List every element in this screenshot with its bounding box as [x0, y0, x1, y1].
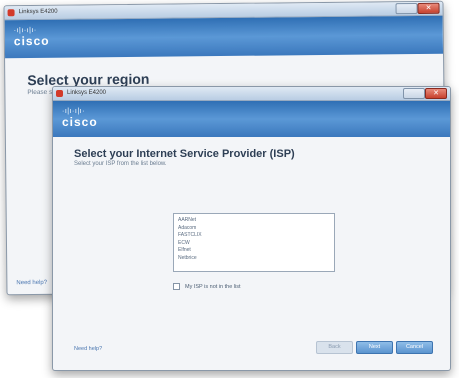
isp-list-item[interactable]: FASTCLIX	[178, 232, 330, 240]
isp-not-listed-checkbox[interactable]	[173, 283, 180, 290]
cisco-logo: ·ı|ı·ı|ı· cisco	[62, 108, 98, 128]
next-button[interactable]: Next	[356, 341, 393, 354]
isp-list-item[interactable]: ECW	[178, 240, 330, 248]
page-title: Select your Internet Service Provider (I…	[74, 148, 295, 160]
brand-name: cisco	[62, 115, 98, 129]
cancel-button[interactable]: Cancel	[396, 341, 433, 354]
page-subtitle: Select your ISP from the list below.	[74, 161, 167, 167]
isp-list-item[interactable]: Adacom	[178, 225, 330, 233]
window-title: Linksys E4200	[18, 8, 58, 16]
brand-name: cisco	[13, 33, 50, 49]
isp-list-item[interactable]: Elfnet	[178, 247, 330, 255]
isp-window: Linksys E4200 ✕ ·ı|ı·ı|ı· cisco Select y…	[52, 86, 451, 371]
isp-not-listed-row[interactable]: My ISP is not in the list	[173, 283, 241, 290]
header-band: ·ı|ı·ı|ı· cisco	[53, 101, 450, 137]
isp-listbox[interactable]: AARNet Adacom FASTCLIX ECW Elfnet Netbri…	[173, 213, 335, 272]
cisco-logo: ·ı|ı·ı|ı· cisco	[13, 27, 50, 49]
isp-list-item[interactable]: AARNet	[178, 217, 330, 225]
title-bar[interactable]: Linksys E4200 ✕	[53, 87, 450, 101]
app-icon	[56, 90, 63, 97]
close-icon[interactable]: ✕	[425, 88, 447, 99]
isp-not-listed-label[interactable]: My ISP is not in the list	[185, 284, 241, 290]
close-icon[interactable]: ✕	[417, 2, 440, 14]
minimize-maximize-buttons[interactable]	[403, 88, 425, 99]
help-link[interactable]: Need help?	[74, 346, 102, 352]
minimize-maximize-buttons[interactable]	[395, 2, 418, 15]
header-band: ·ı|ı·ı|ı· cisco	[4, 15, 444, 59]
back-button[interactable]: Back	[316, 341, 353, 354]
app-icon	[7, 9, 15, 17]
help-link[interactable]: Need help?	[16, 280, 47, 286]
cisco-bars-icon: ·ı|ı·ı|ı·	[62, 108, 85, 115]
window-title: Linksys E4200	[67, 90, 107, 96]
isp-list-item[interactable]: Netbrice	[178, 255, 330, 263]
